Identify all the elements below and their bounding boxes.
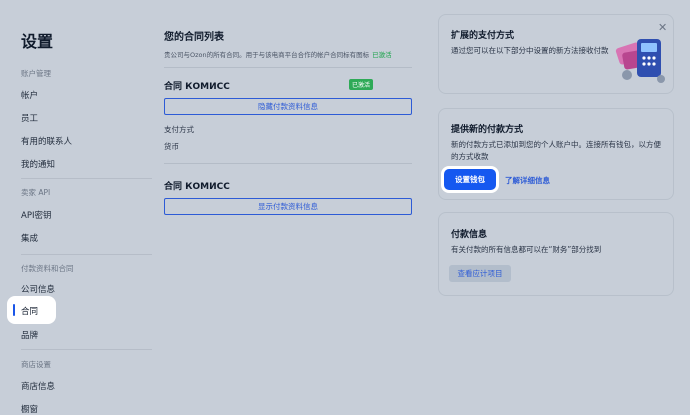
card-text: 通过您可以在以下部分中设置的新方法接收付款 xyxy=(451,46,609,55)
currency-label: 货币 xyxy=(164,142,179,151)
active-indicator xyxy=(13,304,15,316)
sidebar-item-label: 合同 xyxy=(21,307,39,317)
payment-info-card: 付款信息 有关付款的所有信息都可以在“财务”部分找到 xyxy=(438,212,674,296)
setup-wallet-button[interactable]: 设置钱包 xyxy=(444,169,496,190)
payment-method-label: 支付方式 xyxy=(164,125,194,134)
contract-name: 合同 КОМИСС xyxy=(164,82,230,92)
view-accruals-button[interactable]: 查看应计项目 xyxy=(449,265,511,282)
sidebar-section-api: 卖家 API xyxy=(21,188,51,197)
close-icon[interactable]: ✕ xyxy=(658,22,667,33)
hide-payment-details-button[interactable]: 隐藏付款资料信息 xyxy=(164,98,412,115)
card-text: 有关付款的所有信息都可以在“财务”部分找到 xyxy=(451,245,602,254)
sidebar-item-storefront[interactable]: 橱窗 xyxy=(21,403,38,415)
settings-sidebar: 设置 账户管理 帐户 员工 有用的联系人 我的通知 卖家 API API密钥 集… xyxy=(0,0,152,415)
contract-name: 合同 КОМИСС xyxy=(164,182,230,192)
sidebar-divider xyxy=(21,254,152,255)
subtitle-text: 贵公司与Ozon的所有合同。用于与该电商平台合作的帐户合同标有图标 xyxy=(164,51,370,59)
card-title: 扩展的支付方式 xyxy=(451,31,515,41)
card-text: 新的付款方式已添加到您的个人账户中。连接所有钱包，以方便的方式收款 xyxy=(451,140,661,161)
sidebar-item-account[interactable]: 帐户 xyxy=(21,89,38,101)
sidebar-item-api-keys[interactable]: API密钥 xyxy=(21,209,51,221)
sidebar-divider xyxy=(21,178,152,179)
sidebar-item-integrations[interactable]: 集成 xyxy=(21,232,38,244)
sidebar-item-company-info[interactable]: 公司信息 xyxy=(21,283,55,295)
payment-terminal-icon xyxy=(615,39,665,83)
sidebar-item-employees[interactable]: 员工 xyxy=(21,112,38,124)
learn-more-link[interactable]: 了解详细信息 xyxy=(505,175,550,186)
page-title: 设置 xyxy=(21,32,54,51)
sidebar-item-brands[interactable]: 品牌 xyxy=(21,329,38,341)
active-badge: 已激活 xyxy=(349,79,374,90)
card-title: 提供新的付款方式 xyxy=(451,125,524,135)
contracts-title: 您的合同列表 xyxy=(164,32,224,43)
show-payment-details-button[interactable]: 显示付款资料信息 xyxy=(164,198,412,215)
sidebar-section-store: 商店设置 xyxy=(21,360,51,369)
contracts-subtitle: 贵公司与Ozon的所有合同。用于与该电商平台合作的帐户合同标有图标 已激活 xyxy=(164,49,392,59)
card-title: 付款信息 xyxy=(451,230,488,240)
sidebar-item-contacts[interactable]: 有用的联系人 xyxy=(21,135,72,147)
sidebar-section-account: 账户管理 xyxy=(21,69,51,78)
extended-payment-card: 扩展的支付方式 通过您可以在以下部分中设置的新方法接收付款 ✕ xyxy=(438,14,674,94)
contracts-divider xyxy=(164,67,412,68)
sidebar-item-store-info[interactable]: 商店信息 xyxy=(21,380,55,392)
sidebar-divider xyxy=(21,349,152,350)
active-status-text: 已激活 xyxy=(372,51,392,59)
sidebar-section-payment: 付款资料和合同 xyxy=(21,264,74,273)
sidebar-item-notifications[interactable]: 我的通知 xyxy=(21,158,55,170)
contracts-divider xyxy=(164,163,412,164)
sidebar-item-contracts[interactable]: 合同 xyxy=(7,296,56,324)
